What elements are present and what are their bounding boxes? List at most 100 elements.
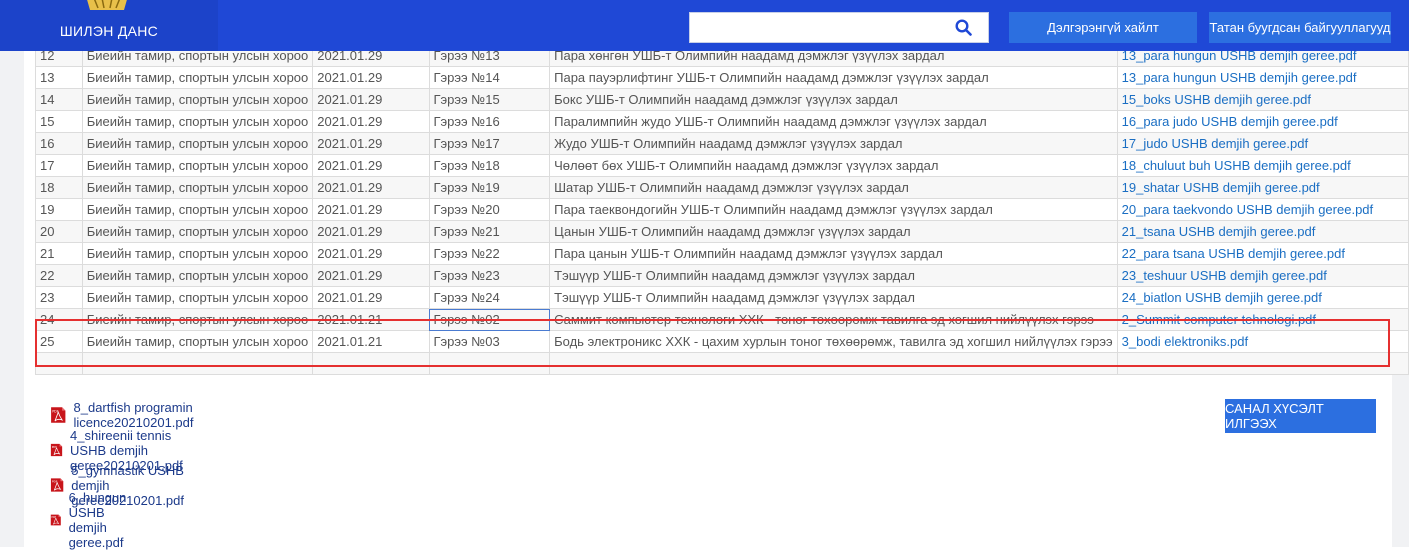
table-row: 16 Биеийн тамир, спортын улсын хороо 2021.… (35, 132, 1409, 155)
cell-number: 22 (35, 264, 83, 287)
cell-description: Цанын УШБ-т Олимпийн наадамд дэмжлэг үзү… (549, 220, 1118, 243)
cell-date: 2021.01.29 (312, 154, 430, 177)
cell-organization: Биеийн тамир, спортын улсын хороо (81, 286, 314, 309)
cell-contract: Гэрээ №19 (428, 176, 551, 199)
search-button[interactable] (938, 13, 988, 42)
logo[interactable]: ШИЛЭН ДАНС (0, 0, 218, 51)
cell-organization: Биеийн тамир, спортын улсын хороо (81, 88, 314, 111)
cell-contract: Гэрээ №20 (428, 198, 551, 221)
cell-contract (428, 352, 551, 375)
cell-description: Жудо УШБ-т Олимпийн наадамд дэмжлэг үзүү… (549, 132, 1118, 155)
left-margin (0, 0, 24, 547)
cell-number (35, 352, 83, 375)
cell-description: Пара цанын УШБ-т Олимпийн наадамд дэмжлэ… (549, 242, 1118, 265)
send-feedback-button[interactable]: САНАЛ ХҮСЭЛТ ИЛГЭЭХ (1225, 399, 1376, 433)
attachment-name[interactable]: 6_hungun USHB demjih geree.pdf (69, 490, 145, 550)
table-row: 15 Биеийн тамир, спортын улсын хороо 2021.… (35, 110, 1409, 133)
table-row (35, 352, 1409, 375)
cell-contract: Гэрээ №23 (428, 264, 551, 287)
cell-organization: Биеийн тамир, спортын улсын хороо (81, 132, 314, 155)
cell-file-link[interactable]: 16_para judo USHB demjih geree.pdf (1116, 110, 1409, 133)
cell-number: 25 (35, 330, 83, 353)
table-row: 20 Биеийн тамир, спортын улсын хороо 2021.… (35, 220, 1409, 243)
contracts-table-wrapper: 2021.01.29Гэрээ №11Буудлага УШБ-т Олимпи… (35, 0, 1409, 375)
table-row: 17 Биеийн тамир, спортын улсын хороо 2021.… (35, 154, 1409, 177)
cell-number: 24 (35, 308, 83, 331)
cell-contract: Гэрээ №18 (428, 154, 551, 177)
advanced-search-button[interactable]: Дэлгэрэнгүй хайлт (1009, 12, 1197, 43)
cell-date: 2021.01.29 (312, 264, 430, 287)
cell-description (549, 352, 1118, 375)
pdf-icon: PDF (51, 407, 66, 423)
cell-file-link[interactable]: 15_boks USHB demjih geree.pdf (1116, 88, 1409, 111)
cell-date: 2021.01.29 (312, 220, 430, 243)
cell-description: Саммит компьютер технологи ХХК - тоног т… (549, 308, 1118, 331)
cell-number: 13 (35, 66, 83, 89)
cell-date: 2021.01.21 (312, 330, 430, 353)
table-row: 22 Биеийн тамир, спортын улсын хороо 2021.… (35, 264, 1409, 287)
cell-file-link[interactable]: 2_Summit computer tehnologi.pdf (1116, 308, 1409, 331)
cell-contract: Гэрээ №15 (428, 88, 551, 111)
cell-number: 21 (35, 242, 83, 265)
cell-organization: Биеийн тамир, спортын улсын хороо (81, 198, 314, 221)
top-navbar: ШИЛЭН ДАНС Дэлгэрэнгүй хайлт Татан буугд… (0, 0, 1409, 51)
cell-contract: Гэрээ №16 (428, 110, 551, 133)
cell-date: 2021.01.29 (312, 242, 430, 265)
pdf-icon: PDF (50, 478, 64, 492)
cell-file-link[interactable]: 17_judo USHB demjih geree.pdf (1116, 132, 1409, 155)
cell-file-link[interactable]: 3_bodi elektroniks.pdf (1116, 330, 1409, 353)
cell-file-link[interactable]: 20_para taekvondo USHB demjih geree.pdf (1116, 198, 1409, 221)
cell-date: 2021.01.29 (312, 66, 430, 89)
cell-file-link[interactable]: 24_biatlon USHB demjih geree.pdf (1116, 286, 1409, 309)
cell-number: 14 (35, 88, 83, 111)
cell-date: 2021.01.21 (312, 308, 430, 331)
cell-organization: Биеийн тамир, спортын улсын хороо (81, 154, 314, 177)
table-row: 21 Биеийн тамир, спортын улсын хороо 2021.… (35, 242, 1409, 265)
cell-contract: Гэрээ №14 (428, 66, 551, 89)
cell-description: Шатар УШБ-т Олимпийн наадамд дэмжлэг үзү… (549, 176, 1118, 199)
cell-contract: Гэрээ №22 (428, 242, 551, 265)
cell-description: Пара таеквондогийн УШБ-т Олимпийн наадам… (549, 198, 1118, 221)
attachment-item[interactable]: PDF 4_shireenii tennis USHB demjih geree2… (50, 428, 200, 473)
cell-number: 16 (35, 132, 83, 155)
logo-text: ШИЛЭН ДАНС (59, 23, 159, 39)
cell-organization: Биеийн тамир, спортын улсын хороо (81, 176, 314, 199)
cell-organization (81, 352, 314, 375)
cell-organization: Биеийн тамир, спортын улсын хороо (81, 330, 314, 353)
cell-contract: Гэрээ №17 (428, 132, 551, 155)
attachment-item[interactable]: PDF 8_dartfish programin licence20210201.… (50, 400, 207, 430)
table-row: 14 Биеийн тамир, спортын улсын хороо 2021.… (35, 88, 1409, 111)
cell-organization: Биеийн тамир, спортын улсын хороо (81, 308, 314, 331)
cell-number: 17 (35, 154, 83, 177)
table-row: 23 Биеийн тамир, спортын улсын хороо 2021.… (35, 286, 1409, 309)
attachment-name[interactable]: 8_dartfish programin licence20210201.pdf (74, 400, 208, 430)
attachment-item[interactable]: PDF 6_hungun USHB demjih geree.pdf (50, 490, 145, 550)
cell-organization: Биеийн тамир, спортын улсын хороо (81, 110, 314, 133)
cell-file-link[interactable]: 22_para tsana USHB demjih geree.pdf (1116, 242, 1409, 265)
cell-description: Тэшүүр УШБ-т Олимпийн наадамд дэмжлэг үз… (549, 286, 1118, 309)
cell-number: 18 (35, 176, 83, 199)
cell-file-link[interactable]: 13_para hungun USHB demjih geree.pdf (1116, 66, 1409, 89)
cell-file-link[interactable]: 21_tsana USHB demjih geree.pdf (1116, 220, 1409, 243)
cell-file-link[interactable]: 18_chuluut buh USHB demjih geree.pdf (1116, 154, 1409, 177)
search-box (689, 12, 989, 43)
cell-contract: Гэрээ №24 (428, 286, 551, 309)
cell-description: Бокс УШБ-т Олимпийн наадамд дэмжлэг үзүү… (549, 88, 1118, 111)
cell-date: 2021.01.29 (312, 110, 430, 133)
cell-contract: Гэрээ №02 (428, 308, 551, 331)
liquidated-organizations-button[interactable]: Татан буугдсан байгууллагууд (1209, 12, 1391, 43)
cell-file-link[interactable]: 23_teshuur USHB demjih geree.pdf (1116, 264, 1409, 287)
search-input[interactable] (696, 17, 940, 41)
cell-description: Пара пауэрлифтинг УШБ-т Олимпийн наадамд… (549, 66, 1118, 89)
search-icon (954, 19, 972, 36)
cell-description: Бодь электроникс ХХК - цахим хурлын тоно… (549, 330, 1118, 353)
cell-date: 2021.01.29 (312, 132, 430, 155)
cell-organization: Биеийн тамир, спортын улсын хороо (81, 66, 314, 89)
cell-number: 20 (35, 220, 83, 243)
cell-file-link[interactable]: 19_shatar USHB demjih geree.pdf (1116, 176, 1409, 199)
cell-file-link (1116, 352, 1409, 375)
cell-organization: Биеийн тамир, спортын улсын хороо (81, 242, 314, 265)
cell-date: 2021.01.29 (312, 176, 430, 199)
cell-contract: Гэрээ №21 (428, 220, 551, 243)
pdf-icon: PDF (50, 443, 63, 457)
